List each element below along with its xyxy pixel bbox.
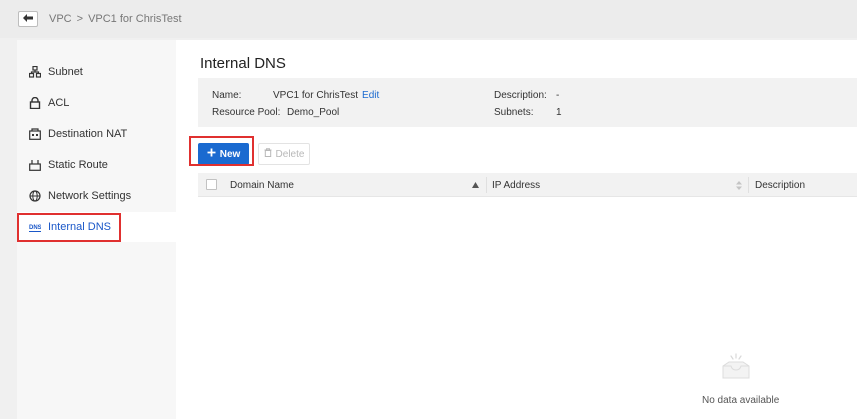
sidebar-item-internal-dns[interactable]: DNS Internal DNS xyxy=(17,212,176,242)
edit-link[interactable]: Edit xyxy=(362,90,379,101)
back-button[interactable] xyxy=(18,11,38,27)
info-panel: Name: VPC1 for ChrisTest Edit Resource Po… xyxy=(198,78,857,127)
sidebar-item-subnet[interactable]: Subnet xyxy=(17,57,176,87)
breadcrumb-separator: > xyxy=(76,13,84,25)
sidebar-item-acl[interactable]: ACL xyxy=(17,88,176,118)
main-content: Internal DNS Name: VPC1 for ChrisTest Edi… xyxy=(176,40,857,419)
lock-icon xyxy=(29,97,41,109)
empty-state-text: No data available xyxy=(702,395,780,406)
globe-icon xyxy=(29,190,41,202)
sidebar-item-label: Network Settings xyxy=(48,190,132,202)
column-divider xyxy=(748,177,749,193)
resource-pool-label: Resource Pool: xyxy=(212,107,281,118)
sidebar-item-network-settings[interactable]: Network Settings xyxy=(17,181,176,211)
column-domain-name[interactable]: Domain Name xyxy=(230,173,294,197)
delete-button-label: Delete xyxy=(275,148,305,160)
sidebar: Subnet ACL Destination NAT Static Route … xyxy=(17,40,176,419)
new-button-label: New xyxy=(219,148,241,160)
breadcrumb-root[interactable]: VPC xyxy=(49,13,72,25)
breadcrumb-current: VPC1 for ChrisTest xyxy=(88,13,182,25)
sidebar-item-label: Static Route xyxy=(48,159,108,171)
top-bar: VPC > VPC1 for ChrisTest xyxy=(0,0,857,38)
breadcrumb: VPC > VPC1 for ChrisTest xyxy=(49,13,182,25)
sidebar-item-label: Subnet xyxy=(48,66,83,78)
sort-icon[interactable] xyxy=(736,173,742,197)
new-button[interactable]: New xyxy=(198,143,249,165)
description-label: Description: xyxy=(494,90,547,101)
svg-text:DNS: DNS xyxy=(29,225,41,231)
dns-icon: DNS xyxy=(29,221,41,233)
table-body: No data available xyxy=(198,197,857,419)
nat-icon xyxy=(29,128,41,140)
subnet-icon xyxy=(29,66,41,78)
trash-icon xyxy=(264,148,272,160)
sidebar-item-label: ACL xyxy=(48,97,70,109)
name-label: Name: xyxy=(212,90,242,101)
sidebar-item-destination-nat[interactable]: Destination NAT xyxy=(17,119,176,149)
arrow-left-icon xyxy=(23,13,33,25)
delete-button[interactable]: Delete xyxy=(258,143,310,165)
route-icon xyxy=(29,159,41,171)
column-divider xyxy=(486,177,487,193)
empty-box-icon xyxy=(719,352,753,385)
vpc-name: VPC1 for ChrisTest xyxy=(273,90,359,101)
plus-icon xyxy=(207,148,216,160)
sidebar-item-static-route[interactable]: Static Route xyxy=(17,150,176,180)
sidebar-item-label: Destination NAT xyxy=(48,128,128,140)
page-title: Internal DNS xyxy=(200,55,286,72)
description-value: - xyxy=(556,90,560,101)
column-description[interactable]: Description xyxy=(755,173,805,197)
subnets-label: Subnets: xyxy=(494,107,534,118)
name-value: VPC1 for ChrisTest Edit xyxy=(273,90,379,101)
select-all-checkbox[interactable] xyxy=(206,179,217,190)
sidebar-item-label: Internal DNS xyxy=(48,221,111,233)
subnets-value: 1 xyxy=(556,107,562,118)
column-ip-address[interactable]: IP Address xyxy=(492,173,540,197)
resource-pool-value: Demo_Pool xyxy=(287,107,340,118)
table-header: Domain Name IP Address Description xyxy=(198,173,857,197)
sort-asc-icon[interactable] xyxy=(472,173,479,197)
